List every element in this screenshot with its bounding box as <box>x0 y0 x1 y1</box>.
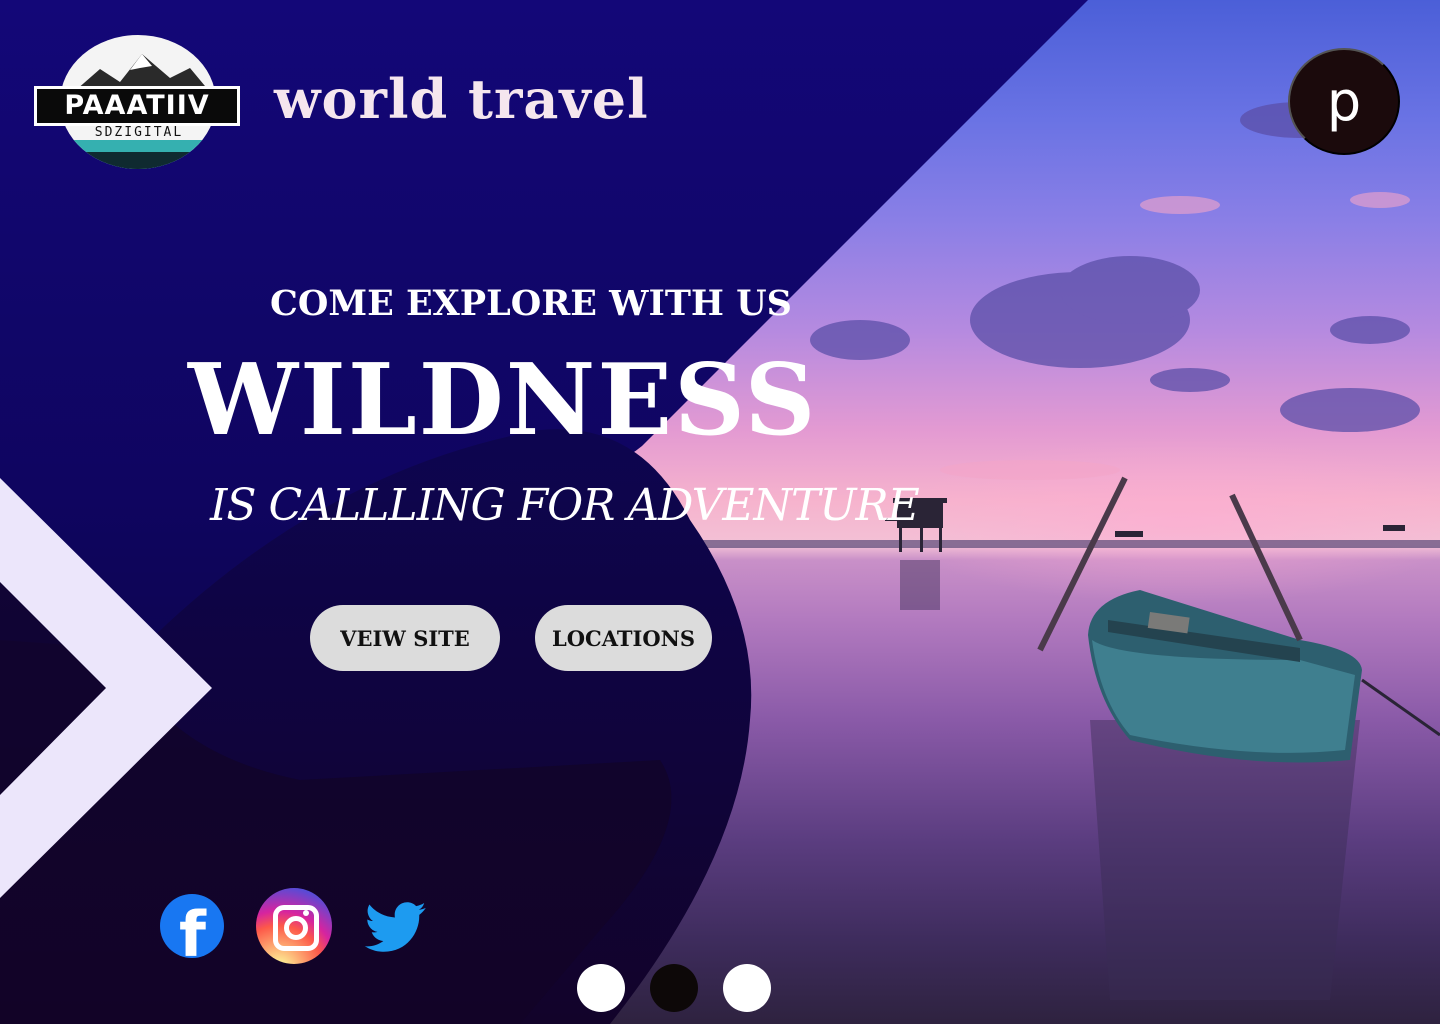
locations-button[interactable]: LOCATIONS <box>535 605 712 671</box>
carousel-dot-2-active[interactable] <box>650 964 698 1012</box>
facebook-icon[interactable]: f <box>160 894 224 958</box>
hero-headline: WILDNESS <box>188 343 818 458</box>
brand-title: world travel <box>274 67 649 131</box>
profile-button[interactable]: p <box>1288 48 1400 155</box>
view-site-button[interactable]: VEIW SITE <box>310 605 500 671</box>
carousel-dot-3[interactable] <box>723 964 771 1012</box>
instagram-icon[interactable] <box>256 888 332 964</box>
hero-eyebrow: COME EXPLORE WITH US <box>270 283 792 324</box>
logo-wordmark: PAAATIIV <box>34 86 240 126</box>
twitter-icon[interactable] <box>362 896 430 958</box>
carousel-dot-1[interactable] <box>577 964 625 1012</box>
company-logo[interactable]: PAAATIIV SDZIGITAL <box>30 34 244 170</box>
hero-tagline: IS CALLLING FOR ADVENTURE <box>210 480 920 531</box>
logo-subtitle: SDZIGITAL <box>94 125 184 140</box>
instagram-camera-lens <box>284 916 308 940</box>
instagram-camera-dot <box>303 910 309 916</box>
